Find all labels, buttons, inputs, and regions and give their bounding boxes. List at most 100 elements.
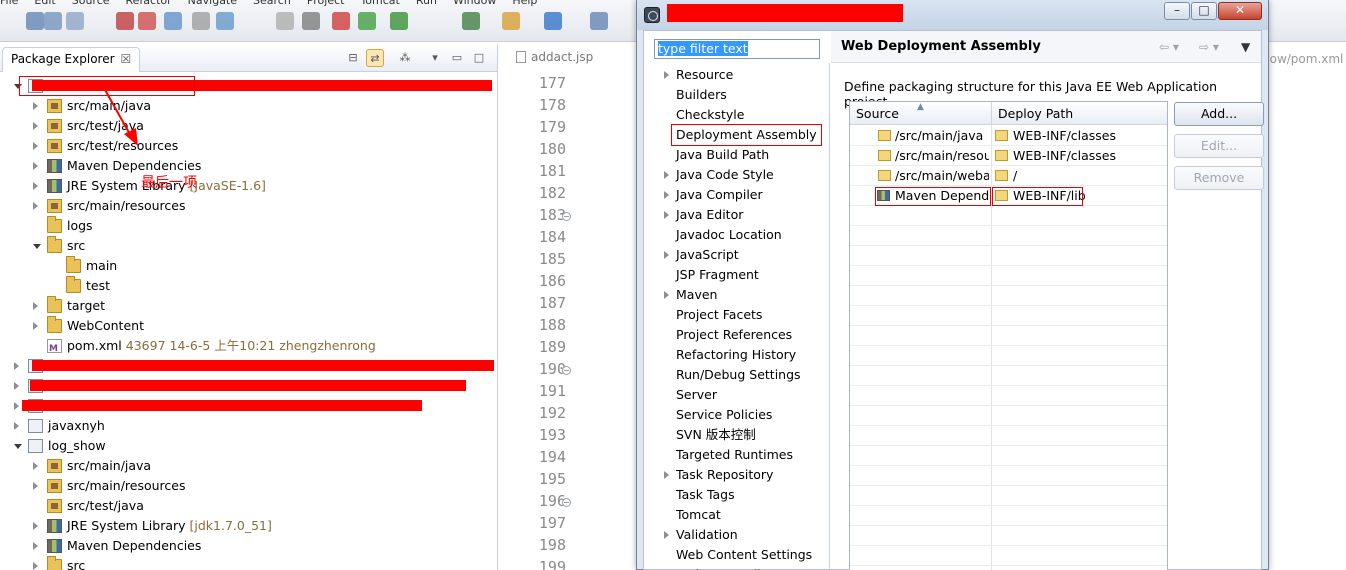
nav-item[interactable]: JSP Fragment (676, 265, 759, 285)
table-row[interactable] (850, 326, 1167, 346)
nav-item[interactable]: Task Tags (676, 485, 735, 505)
add-button[interactable]: Add... (1174, 102, 1264, 126)
toolbar-button-icon[interactable] (164, 12, 182, 30)
tree-item[interactable]: src/main/resources (0, 476, 496, 496)
tree-item[interactable]: Maven Dependencies (0, 536, 496, 556)
editor-tab-pom[interactable]: how/pom.xml (1262, 52, 1343, 66)
table-row[interactable] (850, 426, 1167, 446)
back-arrow-icon[interactable]: ⇦ ▾ (1159, 40, 1179, 54)
nav-item[interactable]: Run/Debug Settings (676, 365, 801, 385)
table-row[interactable] (850, 526, 1167, 546)
toolbar-button-icon[interactable] (358, 12, 376, 30)
menu-item-source[interactable]: Source (72, 0, 110, 7)
toolbar-button-icon[interactable] (116, 12, 134, 30)
nav-item[interactable]: Web Page Editor (676, 565, 778, 570)
table-row[interactable] (850, 506, 1167, 526)
table-row[interactable]: /src/main/java WEB-INF/classes (850, 126, 1167, 146)
expand-arrow-icon[interactable] (33, 462, 38, 470)
menu-item-refactor[interactable]: Refactor (126, 0, 172, 7)
toolbar-button-icon[interactable] (302, 12, 320, 30)
toolbar-button-icon[interactable] (66, 12, 84, 30)
tree-item[interactable]: logs (0, 216, 496, 236)
tree-item[interactable]: Maven Dependencies (0, 156, 496, 176)
editor-tab[interactable]: addact.jsp (516, 50, 593, 64)
toolbar-button-icon[interactable] (332, 12, 350, 30)
tree-item[interactable]: src/test/resources (0, 136, 496, 156)
nav-item[interactable]: JavaScript (664, 245, 739, 265)
table-row[interactable] (850, 546, 1167, 566)
column-header-deploy-path[interactable]: Deploy Path (991, 102, 1167, 125)
collapse-arrow-icon[interactable] (33, 244, 41, 249)
view-menu-icon[interactable]: ⁂ (396, 49, 414, 67)
table-row[interactable] (850, 306, 1167, 326)
menu-item-file[interactable]: File (0, 0, 18, 7)
tree-item[interactable]: src/main/resources (0, 196, 496, 216)
edit-button[interactable]: Edit... (1174, 134, 1264, 158)
expand-arrow-icon[interactable] (33, 482, 38, 490)
tree-item[interactable] (0, 396, 496, 416)
table-row[interactable] (850, 226, 1167, 246)
nav-item[interactable]: Service Policies (676, 405, 772, 425)
nav-item[interactable]: Java Compiler (664, 185, 763, 205)
nav-item[interactable]: Targeted Runtimes (676, 445, 793, 465)
tree-item[interactable]: WebContent (0, 316, 496, 336)
nav-item[interactable]: Project References (676, 325, 792, 345)
expand-arrow-icon[interactable] (33, 522, 38, 530)
toolbar-button-icon[interactable] (44, 12, 62, 30)
tree-item[interactable]: src (0, 556, 496, 570)
expand-arrow-icon[interactable] (664, 471, 669, 479)
tree-item[interactable]: pom.xml 43697 14-6-5 上午10:21 zhengzhenro… (0, 336, 496, 359)
expand-arrow-icon[interactable] (14, 422, 19, 430)
expand-arrow-icon[interactable] (33, 162, 38, 170)
fold-toggle-icon[interactable]: − (562, 498, 571, 507)
nav-item[interactable]: Java Editor (664, 205, 743, 225)
toolbar-button-icon[interactable] (502, 12, 520, 30)
expand-arrow-icon[interactable] (14, 382, 19, 390)
expand-arrow-icon[interactable] (664, 291, 669, 299)
table-row[interactable] (850, 446, 1167, 466)
expand-arrow-icon[interactable] (33, 542, 38, 550)
toolbar-button-icon[interactable] (390, 12, 408, 30)
minimize-view-icon[interactable]: ▭ (448, 49, 466, 67)
nav-item[interactable]: Java Code Style (664, 165, 774, 185)
toolbar-button-icon[interactable] (544, 12, 562, 30)
tree-item[interactable]: JRE System Library [jdk1.7.0_51] (0, 516, 496, 536)
table-row[interactable] (850, 266, 1167, 286)
tree-item[interactable]: javaxnyh (0, 416, 496, 436)
package-explorer-tab[interactable]: Package Explorer ☒ (2, 47, 141, 72)
tree-item[interactable]: log_show (0, 436, 496, 456)
collapse-all-icon[interactable]: ⊟ (344, 49, 362, 67)
nav-item[interactable]: Resource (664, 65, 733, 85)
toolbar-button-icon[interactable] (138, 12, 156, 30)
table-row[interactable]: /src/main/webapp / (850, 166, 1167, 186)
tree-item[interactable] (0, 356, 496, 376)
expand-arrow-icon[interactable] (14, 362, 19, 370)
nav-item[interactable]: Tomcat (676, 505, 721, 525)
chevron-down-icon[interactable]: ▾ (426, 49, 444, 67)
tree-item[interactable] (0, 76, 496, 96)
tree-item[interactable]: src (0, 236, 496, 256)
expand-arrow-icon[interactable] (664, 191, 669, 199)
menu-item-window[interactable]: Window (453, 0, 496, 7)
table-row[interactable] (850, 486, 1167, 506)
fold-toggle-icon[interactable]: − (562, 366, 571, 375)
nav-item[interactable]: Javadoc Location (676, 225, 782, 245)
expand-arrow-icon[interactable] (664, 531, 669, 539)
nav-item[interactable]: Validation (664, 525, 738, 545)
expand-arrow-icon[interactable] (33, 562, 38, 570)
menu-item-edit[interactable]: Edit (34, 0, 55, 7)
expand-arrow-icon[interactable] (664, 251, 669, 259)
nav-item[interactable]: Web Content Settings (676, 545, 812, 565)
remove-button[interactable]: Remove (1174, 166, 1264, 190)
expand-arrow-icon[interactable] (33, 202, 38, 210)
tree-item[interactable] (0, 376, 496, 396)
expand-arrow-icon[interactable] (33, 302, 38, 310)
table-row[interactable] (850, 466, 1167, 486)
expand-arrow-icon[interactable] (33, 122, 38, 130)
tree-item[interactable]: target (0, 296, 496, 316)
nav-item[interactable]: Task Repository (664, 465, 773, 485)
tree-item[interactable]: JRE System Library [JavaSE-1.6] (0, 176, 496, 196)
menu-item-run[interactable]: Run (416, 0, 437, 7)
expand-arrow-icon[interactable] (664, 171, 669, 179)
tree-item[interactable]: src/test/java (0, 116, 496, 136)
